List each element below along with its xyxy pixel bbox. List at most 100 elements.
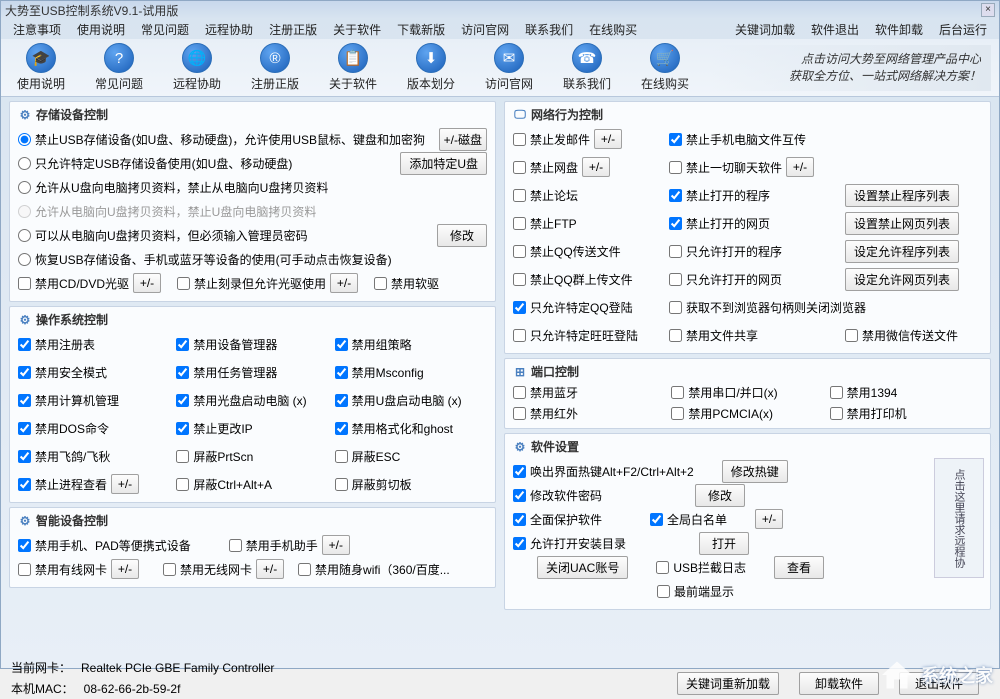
- chk-net-b4[interactable]: 只允许打开的程序: [669, 243, 782, 260]
- chk-net-b3[interactable]: 禁止打开的网页: [669, 215, 770, 232]
- tool-site[interactable]: ✉访问官网: [477, 43, 541, 92]
- chk-burn[interactable]: 禁止刻录但允许光驱使用: [177, 275, 326, 292]
- chk-os-16[interactable]: 屏蔽Ctrl+Alt+A: [176, 476, 272, 493]
- tool-register[interactable]: ®注册正版: [243, 43, 307, 92]
- pm-button[interactable]: +/-: [133, 273, 161, 293]
- net-action-button[interactable]: 设定允许程序列表: [845, 240, 959, 263]
- pm-button[interactable]: +/-: [330, 273, 358, 293]
- chk-net-b2[interactable]: 禁止打开的程序: [669, 187, 770, 204]
- chk-wired[interactable]: 禁用有线网卡: [18, 561, 107, 578]
- chk-os-13[interactable]: 屏蔽PrtScn: [176, 448, 253, 465]
- menu-item[interactable]: 远程协助: [197, 19, 261, 40]
- chk-os-1[interactable]: 禁用设备管理器: [176, 336, 277, 353]
- chk-net-b5[interactable]: 只允许打开的网页: [669, 271, 782, 288]
- chk-port-2[interactable]: 禁用1394: [830, 384, 982, 401]
- chk-port-1[interactable]: 禁用串口/并口(x): [671, 384, 823, 401]
- chk-cddvd[interactable]: 禁用CD/DVD光驱: [18, 275, 129, 292]
- chk-os-9[interactable]: 禁用DOS命令: [18, 420, 109, 437]
- tool-about[interactable]: 📋关于软件: [321, 43, 385, 92]
- chk-protect[interactable]: 全面保护软件: [513, 511, 602, 528]
- view-button[interactable]: 查看: [774, 556, 824, 579]
- radio-u2pc[interactable]: 允许从U盘向电脑拷贝资料，禁止从电脑向U盘拷贝资料: [18, 179, 328, 196]
- chk-os-3[interactable]: 禁用安全模式: [18, 364, 107, 381]
- chk-os-12[interactable]: 禁用飞鸽/飞秋: [18, 448, 110, 465]
- menu-item[interactable]: 联系我们: [517, 19, 581, 40]
- tool-remote[interactable]: 🌐远程协助: [165, 43, 229, 92]
- menu-item[interactable]: 常见问题: [133, 19, 197, 40]
- chk-phone-helper[interactable]: 禁用手机助手: [229, 537, 318, 554]
- chk-os-8[interactable]: 禁用U盘启动电脑 (x): [335, 392, 462, 409]
- radio-restore[interactable]: 恢复USB存储设备、手机或蓝牙等设备的使用(可手动点击恢复设备): [18, 251, 392, 268]
- chk-net-a7[interactable]: 只允许特定旺旺登陆: [513, 327, 638, 344]
- chk-net-b1[interactable]: 禁止一切聊天软件: [669, 159, 782, 176]
- chk-os-10[interactable]: 禁止更改IP: [176, 420, 252, 437]
- chk-net-a5[interactable]: 禁止QQ群上传文件: [513, 271, 633, 288]
- chk-port-3[interactable]: 禁用红外: [513, 405, 665, 422]
- tool-contact[interactable]: ☎联系我们: [555, 43, 619, 92]
- chk-net-b7[interactable]: 禁用文件共享: [669, 327, 758, 344]
- chk-os-7[interactable]: 禁用光盘启动电脑 (x): [176, 392, 306, 409]
- chk-os-2[interactable]: 禁用组策略: [335, 336, 412, 353]
- menu-item[interactable]: 注册正版: [261, 19, 325, 40]
- menu-item[interactable]: 使用说明: [69, 19, 133, 40]
- chk-hotkey[interactable]: 唤出界面热键Alt+F2/Ctrl+Alt+2: [513, 463, 694, 480]
- modify-hotkey-button[interactable]: 修改热键: [722, 460, 788, 483]
- menu-item[interactable]: 软件退出: [803, 19, 867, 40]
- chk-wireless[interactable]: 禁用无线网卡: [163, 561, 252, 578]
- chk-os-17[interactable]: 屏蔽剪切板: [335, 476, 412, 493]
- chk-net-a2[interactable]: 禁止论坛: [513, 187, 578, 204]
- chk-port-0[interactable]: 禁用蓝牙: [513, 384, 665, 401]
- pm-button[interactable]: +/-: [322, 535, 350, 555]
- pm-button[interactable]: +/-: [256, 559, 284, 579]
- chk-net-a0[interactable]: 禁止发邮件: [513, 131, 590, 148]
- chk-pwd[interactable]: 修改软件密码: [513, 487, 602, 504]
- chk-usb-log[interactable]: USB拦截日志: [656, 559, 746, 576]
- modify-pwd-button[interactable]: 修改: [437, 224, 487, 247]
- close-icon[interactable]: ×: [981, 3, 995, 17]
- tool-version[interactable]: ⬇版本划分: [399, 43, 463, 92]
- menu-item[interactable]: 在线购买: [581, 19, 645, 40]
- chk-os-11[interactable]: 禁用格式化和ghost: [335, 420, 453, 437]
- menu-item[interactable]: 关于软件: [325, 19, 389, 40]
- chk-net-a1[interactable]: 禁止网盘: [513, 159, 578, 176]
- tool-help[interactable]: 🎓使用说明: [9, 43, 73, 92]
- side-ad[interactable]: 点击这里请求远程协: [934, 458, 984, 578]
- modify-button[interactable]: 修改: [695, 484, 745, 507]
- net-action-button[interactable]: 设置禁止网页列表: [845, 212, 959, 235]
- tool-faq[interactable]: ?常见问题: [87, 43, 151, 92]
- chk-port-5[interactable]: 禁用打印机: [830, 405, 982, 422]
- chk-port-4[interactable]: 禁用PCMCIA(x): [671, 405, 823, 422]
- menu-item[interactable]: 访问官网: [453, 19, 517, 40]
- close-uac-button[interactable]: 关闭UAC账号: [537, 556, 628, 579]
- chk-os-14[interactable]: 屏蔽ESC: [335, 448, 401, 465]
- chk-floppy[interactable]: 禁用软驱: [374, 275, 439, 292]
- chk-topmost[interactable]: 最前端显示: [657, 583, 734, 600]
- pm-button[interactable]: +/-: [111, 474, 139, 494]
- chk-net-c7[interactable]: 禁用微信传送文件: [845, 327, 958, 344]
- uninstall-button[interactable]: 卸载软件: [799, 672, 879, 695]
- chk-os-15[interactable]: 禁止进程查看: [18, 476, 107, 493]
- radio-ban-usb[interactable]: 禁止USB存储设备(如U盘、移动硬盘)，允许使用USB鼠标、键盘和加密狗: [18, 131, 425, 148]
- chk-phone-pad[interactable]: 禁用手机、PAD等便携式设备: [18, 537, 191, 554]
- menu-item[interactable]: 后台运行: [931, 19, 995, 40]
- menu-item[interactable]: 下载新版: [389, 19, 453, 40]
- pm-button[interactable]: +/-: [582, 157, 610, 177]
- pm-button[interactable]: +/-: [111, 559, 139, 579]
- chk-net-a4[interactable]: 禁止QQ传送文件: [513, 243, 621, 260]
- radio-need-pwd[interactable]: 可以从电脑向U盘拷贝资料，但必须输入管理员密码: [18, 227, 308, 244]
- chk-net-a6[interactable]: 只允许特定QQ登陆: [513, 299, 633, 316]
- pm-button[interactable]: +/-: [594, 129, 622, 149]
- chk-os-0[interactable]: 禁用注册表: [18, 336, 95, 353]
- open-button[interactable]: 打开: [699, 532, 749, 555]
- menu-item[interactable]: 注意事项: [5, 19, 69, 40]
- add-specific-button[interactable]: 添加特定U盘: [400, 152, 487, 175]
- chk-os-4[interactable]: 禁用任务管理器: [176, 364, 277, 381]
- pm-button[interactable]: +/-: [786, 157, 814, 177]
- exit-button[interactable]: 退出软件: [899, 672, 979, 695]
- menu-item[interactable]: 软件卸载: [867, 19, 931, 40]
- pm-button[interactable]: +/-: [755, 509, 783, 529]
- chk-wifi[interactable]: 禁用随身wifi（360/百度...: [298, 561, 450, 578]
- chk-net-a3[interactable]: 禁止FTP: [513, 215, 577, 232]
- chk-net-b6[interactable]: 获取不到浏览器句柄则关闭浏览器: [669, 299, 866, 316]
- chk-net-b0[interactable]: 禁止手机电脑文件互传: [669, 131, 806, 148]
